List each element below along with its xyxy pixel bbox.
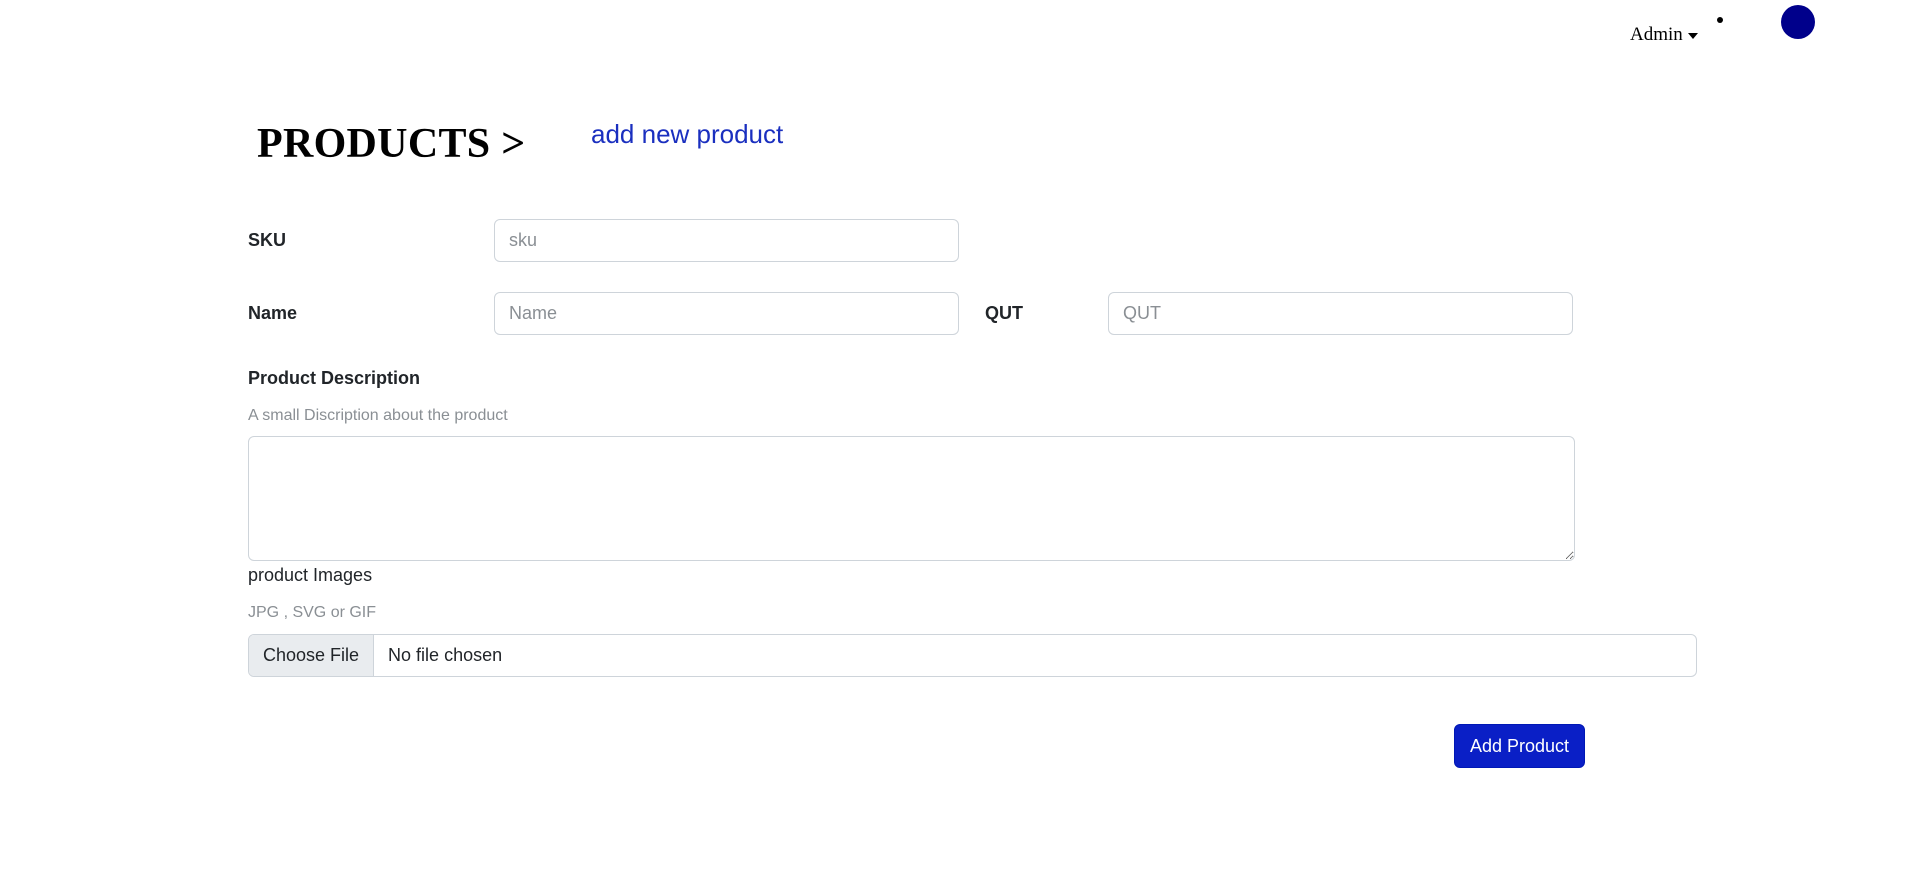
avatar[interactable] xyxy=(1781,5,1815,39)
choose-file-button[interactable]: Choose File xyxy=(249,635,375,676)
file-status-text: No file chosen xyxy=(388,645,503,665)
product-images-file-input[interactable]: Choose File No file chosen xyxy=(248,634,1697,677)
name-label: Name xyxy=(248,303,298,323)
sku-input[interactable] xyxy=(494,219,959,262)
admin-dropdown-toggle[interactable]: Admin xyxy=(1630,24,1698,46)
product-description-label: Product Description xyxy=(248,368,421,388)
product-images-hint: JPG , SVG or GIF xyxy=(248,604,377,621)
dot-icon xyxy=(1717,17,1723,23)
name-input[interactable] xyxy=(494,292,959,335)
page-title: PRODUCTS > xyxy=(257,121,526,167)
add-new-product-link[interactable]: add new product xyxy=(591,119,783,150)
product-images-label: product Images xyxy=(248,565,373,585)
qut-label: QUT xyxy=(985,303,1023,323)
product-description-hint: A small Discription about the product xyxy=(248,407,508,424)
caret-down-icon xyxy=(1687,33,1698,39)
add-product-button[interactable]: Add Product xyxy=(1454,724,1585,768)
product-description-textarea[interactable] xyxy=(248,436,1575,561)
top-navbar: Admin xyxy=(0,0,1920,60)
sku-label: SKU xyxy=(248,230,287,250)
admin-label: Admin xyxy=(1630,24,1683,45)
qut-input[interactable] xyxy=(1108,292,1573,335)
add-product-page: Admin PRODUCTS > add new product SKU Nam… xyxy=(0,0,1920,870)
